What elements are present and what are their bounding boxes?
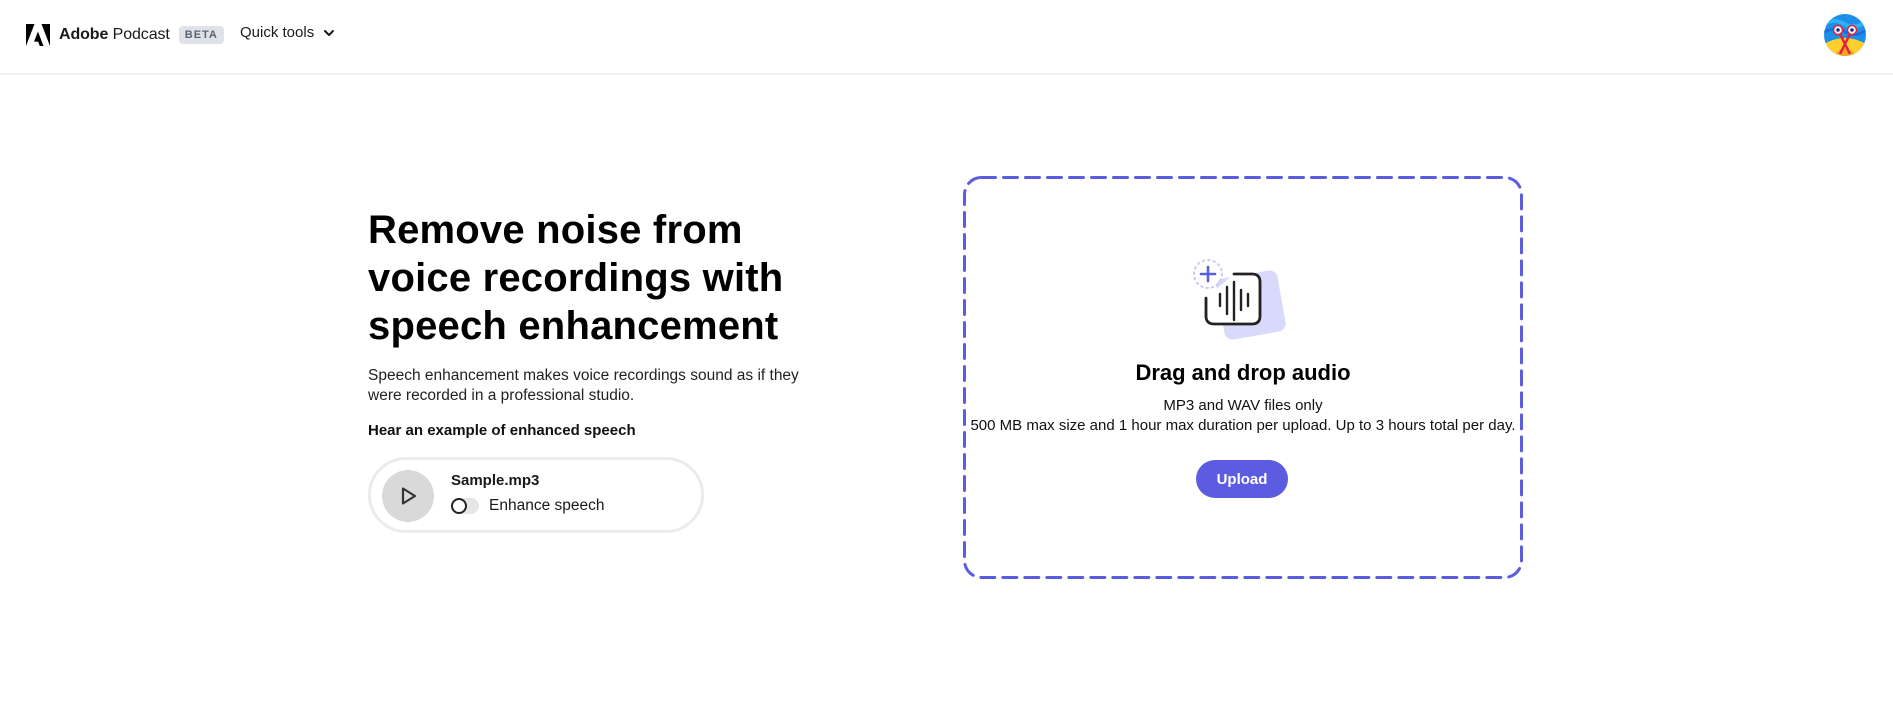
chevron-down-icon — [324, 29, 335, 36]
page-title: Remove noise from voice recordings with … — [368, 208, 784, 348]
quick-tools-label: Quick tools — [240, 24, 315, 41]
brand[interactable]: Adobe Podcast BETA — [26, 22, 224, 48]
dropzone-title: Drag and drop audio — [1135, 360, 1351, 385]
dropzone-limits: 500 MB max size and 1 hour max duration … — [970, 417, 1516, 434]
user-avatar[interactable] — [1824, 14, 1866, 56]
play-button[interactable] — [382, 470, 434, 522]
brand-name: Adobe Podcast — [59, 26, 170, 43]
quick-tools-menu[interactable]: Quick tools — [240, 24, 335, 41]
dropzone-formats: MP3 and WAV files only — [1163, 397, 1323, 414]
example-heading: Hear an example of enhanced speech — [368, 422, 636, 439]
beta-badge: BETA — [178, 26, 224, 44]
upload-button[interactable]: Upload — [1196, 460, 1288, 498]
adobe-logo-icon — [26, 24, 50, 46]
add-audio-icon — [1193, 259, 1286, 340]
toggle-knob — [451, 498, 467, 514]
sample-player: Sample.mp3 Enhance speech — [368, 457, 704, 533]
sample-file-name: Sample.mp3 — [451, 472, 540, 489]
hero-description: Speech enhancement makes voice recording… — [368, 367, 799, 404]
avatar-image — [1824, 14, 1866, 56]
top-nav: Adobe Podcast BETA Quick tools — [0, 0, 1893, 75]
enhance-speech-label: Enhance speech — [489, 497, 605, 514]
audio-dropzone[interactable]: Drag and drop audio MP3 and WAV files on… — [963, 176, 1523, 579]
enhance-speech-toggle[interactable] — [451, 498, 479, 514]
play-icon — [401, 487, 417, 505]
